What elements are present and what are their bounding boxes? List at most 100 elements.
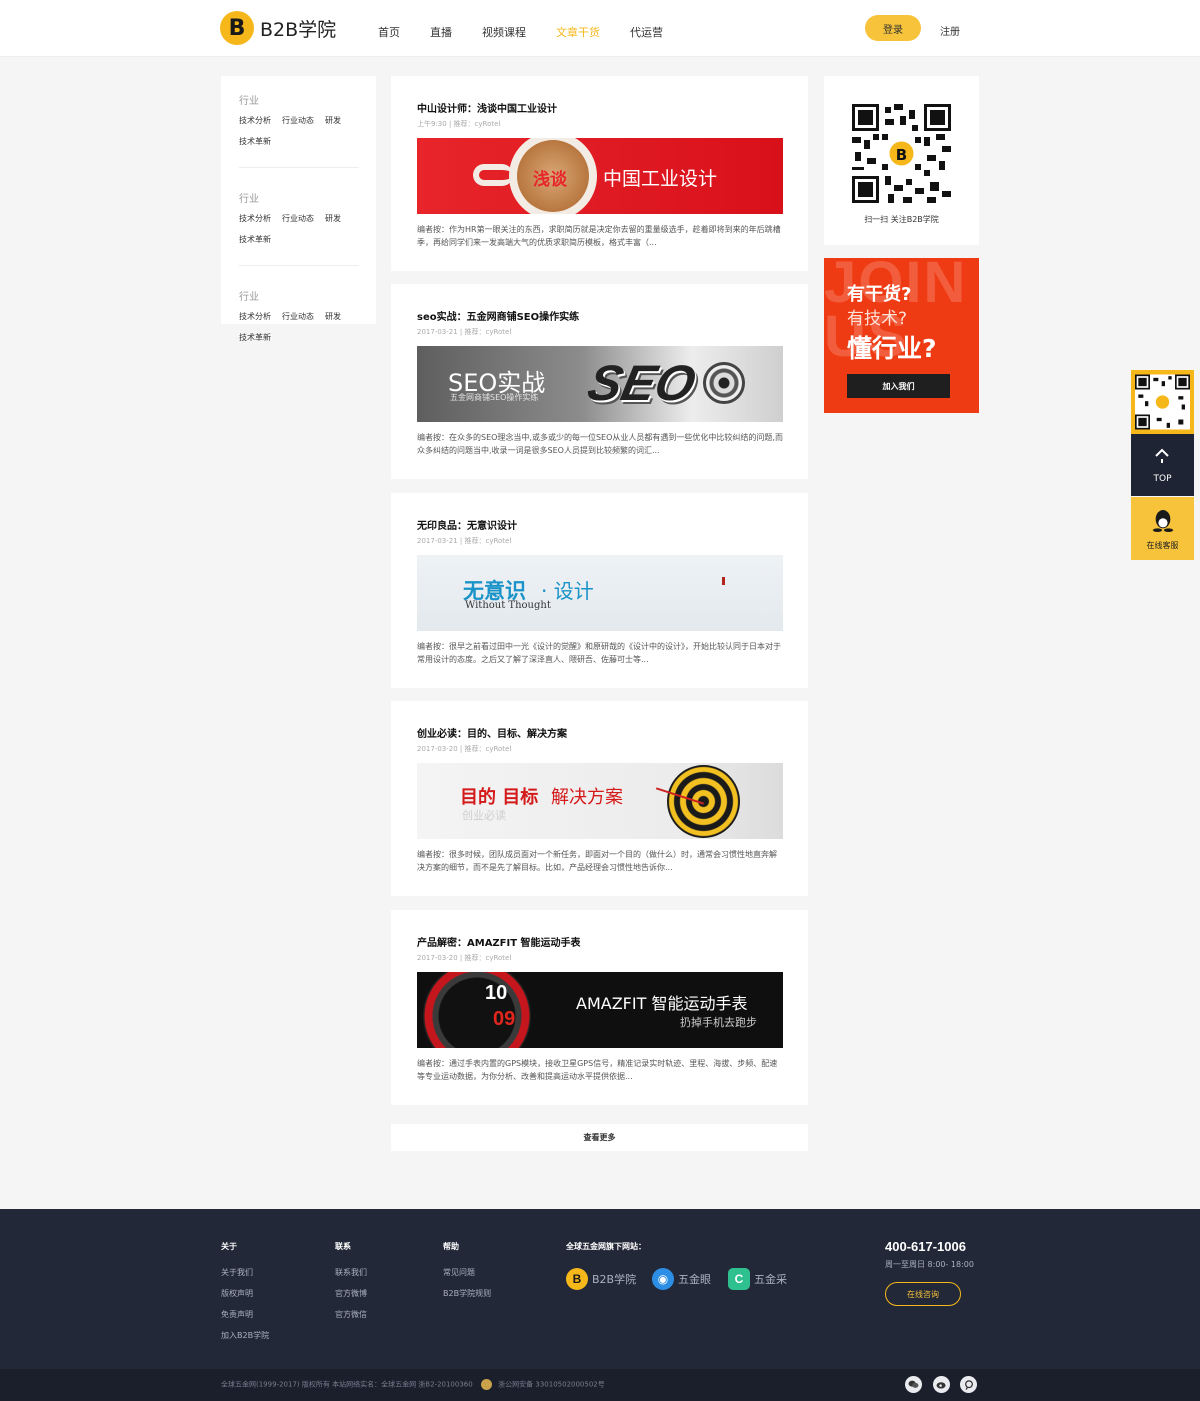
category-tag[interactable]: 行业动态 <box>282 311 314 322</box>
nav-home[interactable]: 首页 <box>378 24 400 40</box>
target-icon <box>703 362 745 404</box>
icp-line: 浙公网安备 33010502000502号 <box>498 1380 605 1389</box>
top-label: TOP <box>1153 474 1172 484</box>
footer-link[interactable]: 版权声明 <box>221 1288 269 1299</box>
qr-code-icon: B <box>852 104 951 203</box>
figure-image <box>722 577 725 585</box>
floating-qr-code[interactable] <box>1131 370 1194 434</box>
article-title[interactable]: 产品解密：AMAZFIT 智能运动手表 <box>417 934 783 949</box>
banner-text: 目的 目标 <box>460 787 539 808</box>
category-title[interactable]: 行业 <box>239 190 359 205</box>
category-tag[interactable]: 技术分析 <box>239 213 271 224</box>
category-tag[interactable]: 技术分析 <box>239 311 271 322</box>
wechat-icon[interactable] <box>905 1376 922 1393</box>
banner-text: 中国工业设计 <box>603 168 718 190</box>
back-to-top-button[interactable]: TOP <box>1131 434 1194 496</box>
article-title[interactable]: seo实战：五金网商铺SEO操作实练 <box>417 308 783 323</box>
article-excerpt: 编者按：在众多的SEO理念当中,或多或少的每一位SEO从业人员都有遇到一些优化中… <box>417 433 783 455</box>
partner-site-wujinyan[interactable]: ◉ 五金眼 <box>652 1268 711 1290</box>
category-tag[interactable]: 研发 <box>325 213 341 224</box>
site-footer: 关于 关于我们 版权声明 免责声明 加入B2B学院 联系 联系我们 官方微博 官… <box>0 1209 1200 1369</box>
logo-badge-icon: B <box>220 11 254 45</box>
seo-3d-text: SEO <box>583 355 701 411</box>
article-card[interactable]: 产品解密：AMAZFIT 智能运动手表 2017-03-20 | 推荐：cyRo… <box>391 910 808 1105</box>
join-us-button[interactable]: 加入我们 <box>847 374 950 398</box>
article-meta: 上午9:30 | 推荐：cyRotel <box>417 120 501 128</box>
join-headline: 有干货? <box>847 284 912 305</box>
login-button[interactable]: 登录 <box>865 15 921 41</box>
article-title[interactable]: 无印良品：无意识设计 <box>417 517 783 532</box>
footer-link[interactable]: 免责声明 <box>221 1309 269 1320</box>
category-title[interactable]: 行业 <box>239 288 359 303</box>
partner-site-wujincai[interactable]: C 五金采 <box>728 1268 787 1290</box>
footer-link[interactable]: 关于我们 <box>221 1267 269 1278</box>
category-tag[interactable]: 技术革新 <box>239 332 271 343</box>
article-card[interactable]: 中山设计师：浅谈中国工业设计 上午9:30 | 推荐：cyRotel 浅谈 中国… <box>391 76 808 271</box>
footer-link[interactable]: 联系我们 <box>335 1267 367 1278</box>
join-headline: 懂行业? <box>847 334 937 363</box>
category-tag[interactable]: 技术分析 <box>239 115 271 126</box>
article-meta: 2017-03-20 | 推荐：cyRotel <box>417 954 512 962</box>
footer-link[interactable]: 加入B2B学院 <box>221 1330 269 1341</box>
service-hours: 周一至周日 8:00- 18:00 <box>885 1260 974 1269</box>
article-card[interactable]: seo实战：五金网商铺SEO操作实练 2017-03-21 | 推荐：cyRot… <box>391 284 808 479</box>
footer-column-about: 关于 关于我们 版权声明 免责声明 加入B2B学院 <box>221 1241 269 1351</box>
footer-link[interactable]: 常见问题 <box>443 1267 491 1278</box>
online-service-label: 在线客服 <box>1146 541 1179 550</box>
article-meta: 2017-03-20 | 推荐：cyRotel <box>417 745 512 753</box>
article-title[interactable]: 中山设计师：浅谈中国工业设计 <box>417 100 783 115</box>
article-banner[interactable]: SEO实战 五金网商铺SEO操作实练 SEO <box>417 346 783 422</box>
article-card[interactable]: 创业必读：目的、目标、解决方案 2017-03-20 | 推荐：cyRotel … <box>391 701 808 896</box>
article-excerpt: 编者按：作为HR第一眼关注的东西，求职简历就是决定你去留的重量级选手，趁着即将到… <box>417 225 781 247</box>
article-card[interactable]: 无印良品：无意识设计 2017-03-21 | 推荐：cyRotel 无意识 ·… <box>391 493 808 688</box>
category-tag[interactable]: 行业动态 <box>282 115 314 126</box>
footer-heading: 联系 <box>335 1242 351 1251</box>
qq-penguin-icon <box>1152 510 1174 532</box>
partner-site-name: B2B学院 <box>592 1273 637 1286</box>
category-tag[interactable]: 技术革新 <box>239 136 271 147</box>
svg-text:B: B <box>896 146 907 164</box>
nav-video-courses[interactable]: 视频课程 <box>482 24 526 40</box>
banner-text: 扔掉手机去跑步 <box>680 1016 757 1029</box>
register-link[interactable]: 注册 <box>940 23 960 38</box>
category-group: 行业 技术分析 行业动态 研发 技术革新 <box>239 288 359 363</box>
footer-link[interactable]: 官方微信 <box>335 1309 367 1320</box>
nav-articles[interactable]: 文章干货 <box>556 24 600 40</box>
article-banner[interactable]: 无意识 · 设计 Without Thought <box>417 555 783 631</box>
online-consult-button[interactable]: 在线咨询 <box>885 1282 961 1306</box>
banner-text: 浅谈 <box>533 170 567 190</box>
copyright-bar: 全球五金网(1999-2017) 版权所有 本站网络实名：全球五金网 浙B2-2… <box>0 1369 1200 1401</box>
top-header: B B2B学院 首页 直播 视频课程 文章干货 代运营 登录 注册 <box>0 0 1200 57</box>
article-banner[interactable]: 10 09 AMAZFIT 智能运动手表 扔掉手机去跑步 <box>417 972 783 1048</box>
join-us-banner[interactable]: JOIN US 有干货? 有技术? 懂行业? 加入我们 <box>824 258 979 413</box>
weibo-icon[interactable] <box>933 1376 950 1393</box>
banner-text: AMAZFIT 智能运动手表 <box>576 994 748 1013</box>
nav-operation[interactable]: 代运营 <box>630 24 663 40</box>
tieba-icon[interactable] <box>960 1376 977 1393</box>
article-meta: 2017-03-21 | 推荐：cyRotel <box>417 328 512 336</box>
qr-code-icon <box>1135 374 1190 430</box>
b2b-logo-icon: B <box>566 1268 588 1290</box>
category-tag[interactable]: 行业动态 <box>282 213 314 224</box>
article-title[interactable]: 创业必读：目的、目标、解决方案 <box>417 725 783 740</box>
footer-link[interactable]: B2B学院规则 <box>443 1288 491 1299</box>
article-excerpt: 编者按：很多时候，团队成员面对一个新任务，即面对一个目的（做什么）时，通常会习惯… <box>417 850 777 872</box>
article-excerpt: 编者按：通过手表内置的GPS模块，接收卫星GPS信号，精准记录实时轨迹、里程、海… <box>417 1059 778 1081</box>
article-banner[interactable]: 浅谈 中国工业设计 <box>417 138 783 214</box>
partner-site-b2b[interactable]: B B2B学院 <box>566 1268 636 1290</box>
category-tag[interactable]: 研发 <box>325 311 341 322</box>
category-title[interactable]: 行业 <box>239 92 359 107</box>
article-banner[interactable]: 目的 目标 解决方案 创业必读 <box>417 763 783 839</box>
qr-card: B 扫一扫 关注B2B学院 <box>824 76 979 245</box>
category-tag[interactable]: 技术革新 <box>239 234 271 245</box>
online-service-button[interactable]: 在线客服 <box>1131 497 1194 560</box>
article-excerpt: 编者按：很早之前看过田中一光《设计的觉醒》和原研哉的《设计中的设计》，开始比较认… <box>417 642 781 664</box>
hotline-number: 400-617-1006 <box>885 1239 966 1254</box>
load-more-button[interactable]: 查看更多 <box>391 1124 808 1151</box>
nav-live[interactable]: 直播 <box>430 24 452 40</box>
main-nav: 首页 直播 视频课程 文章干货 代运营 <box>378 24 693 40</box>
category-tag[interactable]: 研发 <box>325 115 341 126</box>
qr-caption: 扫一扫 关注B2B学院 <box>864 215 939 224</box>
footer-link[interactable]: 官方微博 <box>335 1288 367 1299</box>
site-logo[interactable]: B B2B学院 <box>220 11 336 45</box>
